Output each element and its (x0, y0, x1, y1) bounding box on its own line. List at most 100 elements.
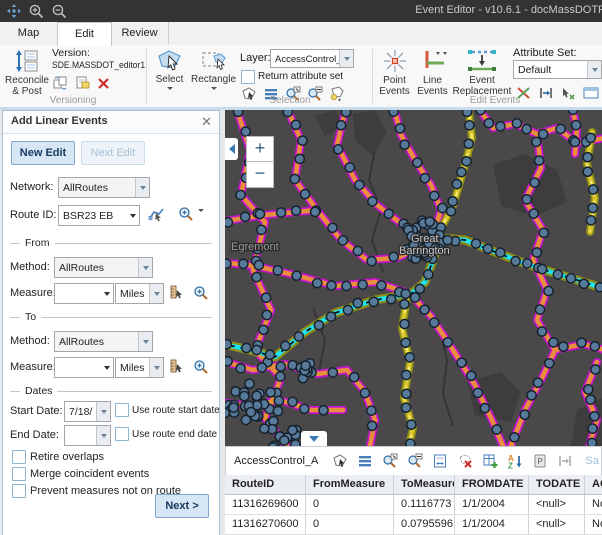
from-units-dropdown[interactable]: Miles (115, 283, 164, 304)
zoom-to-selection-icon[interactable] (382, 453, 398, 469)
panel-icon[interactable] (583, 86, 599, 100)
tab-map[interactable]: Map (0, 22, 58, 44)
map-zoom-in-button[interactable]: + (246, 136, 274, 162)
from-section-label: From (25, 237, 50, 249)
col-todate[interactable]: TODATE (529, 475, 585, 494)
start-date-caret[interactable] (96, 402, 110, 421)
from-measure-select-icon[interactable] (169, 285, 185, 300)
to-measure-combo[interactable] (54, 357, 114, 378)
col-ac[interactable]: AC (585, 475, 602, 494)
split-event-icon[interactable] (557, 454, 573, 468)
col-routeid[interactable]: RouteID (225, 475, 306, 494)
to-units-caret[interactable] (149, 358, 163, 377)
from-measure-caret[interactable] (100, 284, 113, 303)
line-events-button[interactable]: Line Events (413, 48, 452, 97)
route-zoom-icon[interactable] (178, 206, 194, 222)
edit-events-group-label: Edit Events (420, 95, 570, 106)
line-events-label: Line Events (417, 75, 448, 97)
reconcile-post-button[interactable]: Reconcile & Post (4, 48, 50, 97)
table-row[interactable]: 11316270600 0 0.0795596 1/1/2004 <null> … (225, 515, 602, 535)
from-units-caret[interactable] (149, 284, 163, 303)
return-attribute-set-label: Return attribute set (258, 71, 343, 82)
route-zoom-caret[interactable] (198, 212, 204, 224)
to-measure-select-icon[interactable] (169, 359, 185, 374)
collapse-table-button[interactable] (301, 431, 327, 446)
rectangle-button[interactable]: Rectangle (190, 48, 237, 90)
select-route-on-map-icon[interactable] (148, 206, 165, 222)
merge-coincident-label: Merge coincident events (30, 468, 149, 480)
route-id-caret[interactable] (126, 206, 139, 225)
tab-review[interactable]: Review (111, 22, 169, 44)
save-button[interactable]: Sa (585, 455, 598, 467)
reconcile-post-label: Reconcile & Post (5, 75, 49, 97)
use-route-start-checkbox[interactable] (115, 403, 129, 417)
delete-version-icon[interactable] (97, 77, 110, 90)
new-version-icon[interactable] (75, 76, 90, 90)
prevent-measures-checkbox[interactable] (12, 484, 26, 498)
show-measures-icon[interactable] (432, 453, 448, 469)
from-measure-combo[interactable] (54, 283, 114, 304)
map-view[interactable]: EgremontGreatBarrington + − (225, 110, 602, 446)
col-tomeasure[interactable]: ToMeasure (394, 475, 455, 494)
to-units-dropdown[interactable]: Miles (115, 357, 164, 378)
new-edit-button[interactable]: New Edit (11, 141, 75, 165)
to-method-caret[interactable] (138, 332, 152, 351)
to-measure-caret[interactable] (100, 358, 113, 377)
select-tool-icon (151, 48, 188, 73)
next-button[interactable]: Next > (155, 494, 209, 518)
end-date-caret[interactable] (96, 426, 110, 445)
ribbon-separator (146, 49, 147, 103)
zoom-out-icon[interactable] (51, 3, 68, 20)
add-linear-events-panel: Add Linear Events ✕ New Edit Next Edit N… (2, 110, 220, 535)
close-icon[interactable]: ✕ (201, 114, 212, 130)
cell-fromdate: 1/1/2004 (455, 495, 529, 514)
from-method-label: Method: (10, 261, 50, 273)
route-id-dropdown[interactable]: BSR23 EB (58, 205, 140, 226)
collapse-panel-button[interactable] (225, 138, 238, 160)
show-list-icon[interactable] (357, 453, 373, 469)
from-method-caret[interactable] (138, 258, 152, 277)
table-row[interactable]: 11316269600 0 0.1116773 1/1/2004 <null> … (225, 495, 602, 515)
return-attribute-set-checkbox[interactable] (241, 70, 255, 84)
rectangle-dropdown-caret[interactable] (211, 87, 217, 90)
map-canvas[interactable]: EgremontGreatBarrington (225, 110, 602, 446)
retire-overlaps-checkbox[interactable] (12, 450, 26, 464)
pan-icon[interactable] (6, 3, 22, 19)
end-date-picker[interactable] (64, 425, 111, 446)
conflicts-icon[interactable] (53, 76, 68, 90)
attribute-set-caret[interactable] (587, 61, 601, 78)
merge-coincident-checkbox[interactable] (12, 467, 26, 481)
attribute-set-dropdown[interactable]: Default (513, 60, 602, 79)
network-caret[interactable] (135, 178, 149, 197)
add-record-icon[interactable] (482, 453, 498, 469)
cell-todate: <null> (529, 515, 585, 534)
versioning-group-label: Versioning (0, 95, 146, 106)
to-method-dropdown[interactable]: AllRoutes (54, 331, 153, 352)
select-button[interactable]: Select (151, 48, 188, 90)
map-zoom-out-button[interactable]: − (246, 161, 274, 188)
point-events-button[interactable]: Point Events (376, 48, 413, 97)
select-features-icon[interactable] (332, 453, 348, 469)
to-measure-zoom-icon[interactable] (193, 359, 209, 375)
tab-edit[interactable]: Edit (57, 22, 112, 46)
from-method-dropdown[interactable]: AllRoutes (54, 257, 153, 278)
sort-icon[interactable]: AZ (507, 453, 523, 469)
zoom-in-icon[interactable] (28, 3, 45, 20)
layer-dropdown-caret[interactable] (339, 50, 353, 67)
col-fromdate[interactable]: FROMDATE (455, 475, 529, 494)
from-measure-zoom-icon[interactable] (193, 285, 209, 301)
select-dropdown-caret[interactable] (167, 87, 173, 90)
network-dropdown[interactable]: AllRoutes (58, 177, 150, 198)
route-id-label: Route ID: (10, 209, 56, 221)
pan-to-selection-icon[interactable] (407, 453, 423, 469)
start-date-picker[interactable]: 7/18/ (64, 401, 111, 422)
use-route-end-checkbox[interactable] (115, 427, 129, 441)
attribute-window-icon[interactable]: P (532, 453, 548, 469)
next-edit-button[interactable]: Next Edit (81, 141, 145, 165)
col-frommeasure[interactable]: FromMeasure (306, 475, 394, 494)
event-replacement-button[interactable]: Event Replacement (452, 48, 512, 97)
clear-selection-icon[interactable] (457, 453, 473, 469)
version-label: Version: (52, 47, 90, 59)
collapse-down-icon (309, 436, 319, 442)
layer-dropdown[interactable]: AccessControl_A (270, 49, 354, 68)
